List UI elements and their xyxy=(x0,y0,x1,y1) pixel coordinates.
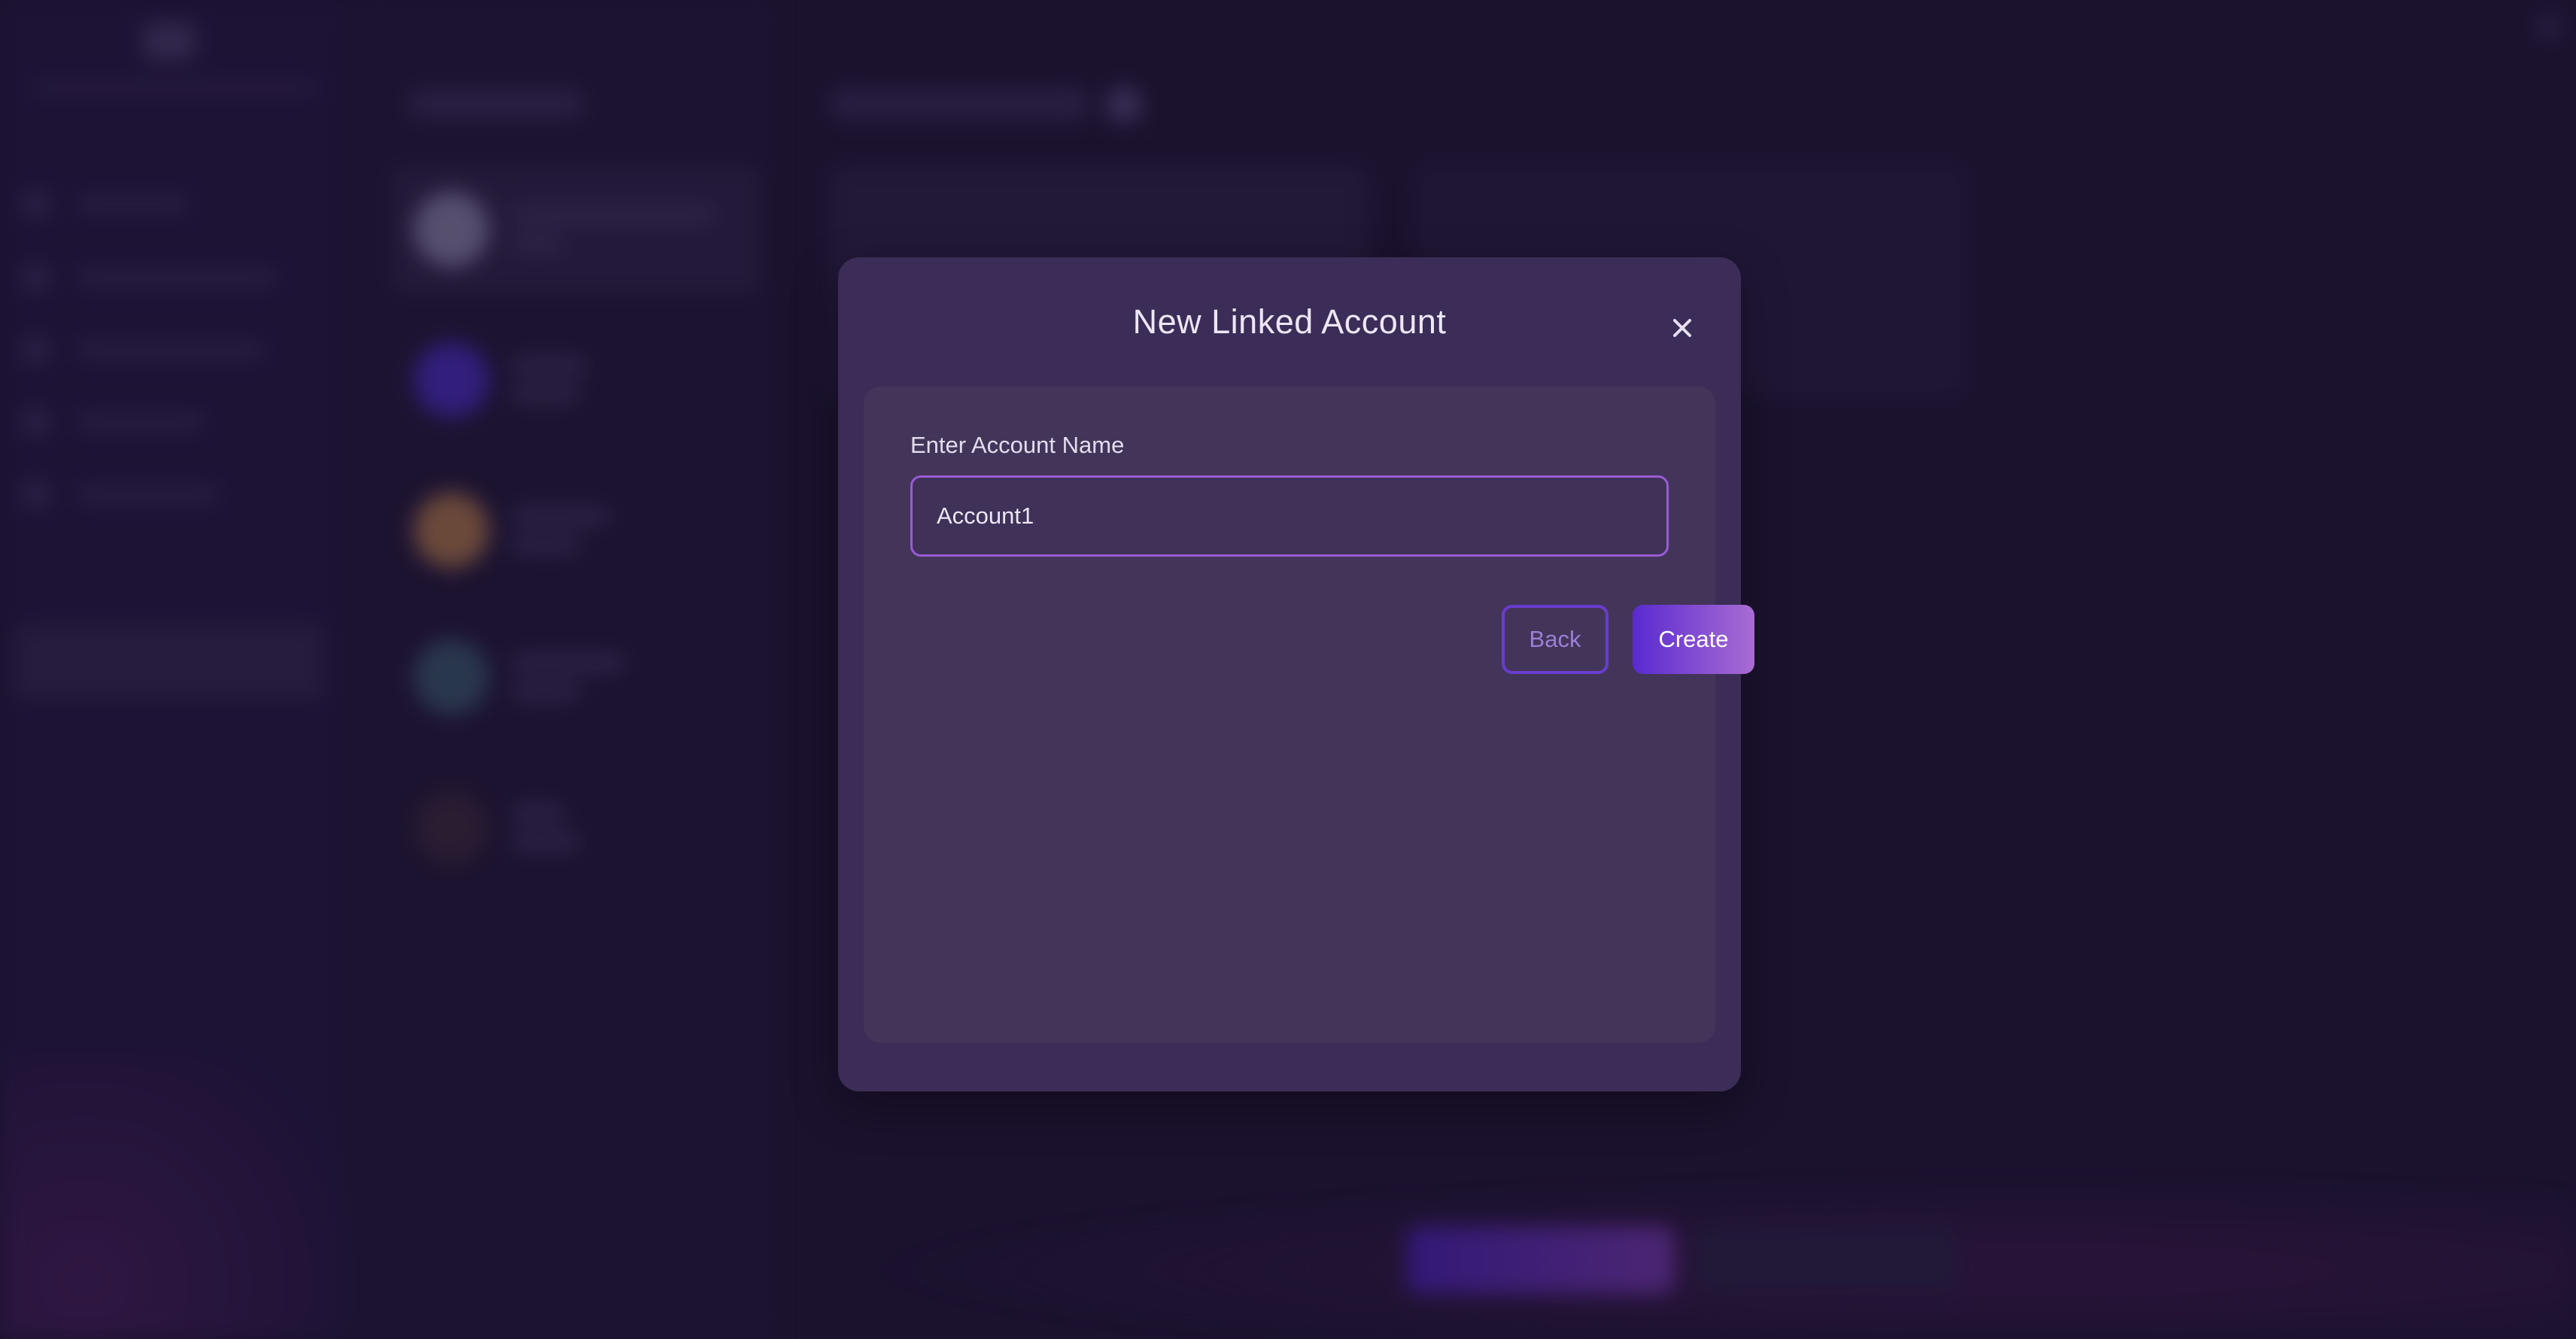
back-button[interactable]: Back xyxy=(1502,605,1608,674)
create-button[interactable]: Create xyxy=(1633,605,1754,674)
account-name-label: Enter Account Name xyxy=(910,432,1125,458)
close-button[interactable] xyxy=(1666,311,1699,345)
app-window: New Linked Account Enter Account Name Ba… xyxy=(0,0,2576,1339)
modal-title: New Linked Account xyxy=(1132,302,1447,341)
close-icon xyxy=(1673,319,1691,337)
modal-body: Enter Account Name Back Create xyxy=(864,387,1754,1043)
new-linked-account-modal: New Linked Account Enter Account Name Ba… xyxy=(838,257,1754,1092)
account-name-input[interactable] xyxy=(910,475,1669,557)
